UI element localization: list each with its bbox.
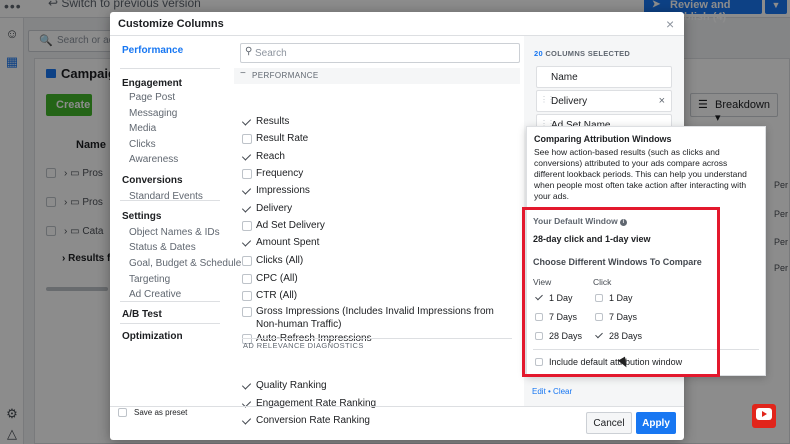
category-item[interactable]: Awareness — [129, 154, 178, 165]
checkbox[interactable] — [242, 186, 252, 196]
search-icon: ⚲ — [245, 46, 253, 57]
category-item[interactable]: Conversions — [122, 175, 183, 186]
checkbox[interactable] — [242, 221, 252, 231]
edit-link[interactable]: Edit — [532, 387, 546, 396]
category-item[interactable]: Ad Creative — [129, 289, 181, 300]
section-divider — [242, 338, 512, 339]
category-item[interactable]: Targeting — [129, 274, 170, 285]
category-divider — [120, 301, 220, 302]
checkbox[interactable] — [242, 291, 252, 301]
drag-handle-icon[interactable]: ⋮⋮ — [540, 95, 555, 104]
selected-column-item[interactable]: Name — [536, 66, 672, 88]
category-item[interactable]: Messaging — [129, 108, 177, 119]
category-item[interactable]: Media — [129, 123, 156, 134]
collapse-icon[interactable]: − — [240, 69, 247, 79]
clear-link[interactable]: Clear — [553, 387, 572, 396]
cancel-button[interactable]: Cancel — [586, 412, 632, 434]
category-item[interactable]: A/B Test — [122, 309, 162, 320]
subscribe-badge-icon[interactable] — [752, 404, 776, 428]
highlight-annotation — [522, 207, 720, 377]
relevance-section-header: AD RELEVANCE DIAGNOSTICS — [243, 341, 364, 350]
category-item[interactable]: Page Post — [129, 92, 175, 103]
close-icon[interactable]: × — [666, 16, 674, 32]
category-divider — [120, 323, 220, 324]
category-list: Performance Engagement Page Post Messaging M… — [110, 36, 241, 406]
category-item[interactable]: Settings — [122, 211, 161, 222]
popover-description: See how action-based results (such as cl… — [534, 147, 747, 201]
category-item[interactable]: Object Names & IDs — [129, 227, 220, 238]
checkbox[interactable] — [242, 134, 252, 144]
edit-clear-links: Edit • Clear — [532, 387, 573, 396]
checkbox[interactable] — [242, 381, 252, 391]
checkbox[interactable] — [242, 152, 252, 162]
save-preset-checkbox[interactable]: Save as preset — [118, 408, 187, 418]
selected-count: 20 COLUMNS SELECTED — [534, 49, 631, 58]
category-item[interactable]: Performance — [122, 45, 183, 56]
checkbox[interactable] — [242, 256, 252, 266]
category-item[interactable]: Goal, Budget & Schedule — [129, 258, 241, 269]
modal-header: Customize Columns × — [110, 12, 684, 36]
category-item[interactable]: Engagement — [122, 78, 182, 89]
checkbox[interactable] — [242, 117, 252, 127]
category-item[interactable]: Clicks — [129, 139, 156, 150]
column-search-input[interactable]: ⚲ — [240, 43, 520, 63]
checkbox[interactable] — [242, 274, 252, 284]
modal-title: Customize Columns — [118, 18, 224, 30]
checkbox[interactable] — [242, 169, 252, 179]
checkbox[interactable] — [242, 238, 252, 248]
performance-section-header[interactable]: − PERFORMANCE — [234, 68, 520, 84]
popover-title: Comparing Attribution Windows — [534, 134, 672, 144]
category-item[interactable]: Optimization — [122, 331, 183, 342]
apply-button[interactable]: Apply — [636, 412, 676, 434]
checkbox[interactable] — [242, 204, 252, 214]
category-item[interactable]: Status & Dates — [129, 242, 196, 253]
category-divider — [120, 200, 220, 201]
category-divider — [120, 68, 220, 69]
selected-column-item[interactable]: ⋮⋮ Delivery × — [536, 90, 672, 112]
remove-icon[interactable]: × — [659, 95, 665, 107]
column-search-field[interactable] — [255, 46, 515, 60]
checkbox[interactable] — [242, 307, 252, 317]
